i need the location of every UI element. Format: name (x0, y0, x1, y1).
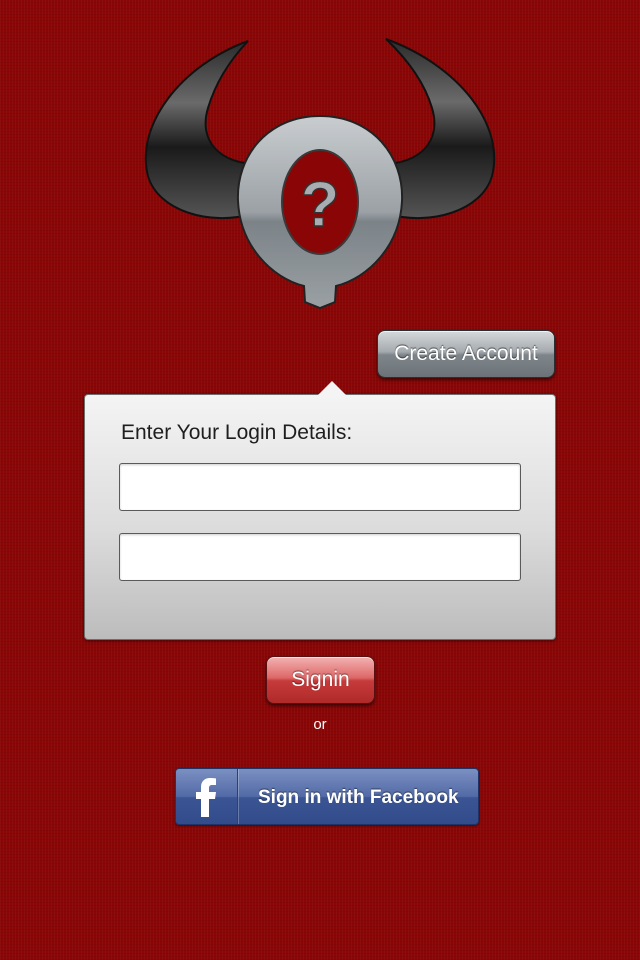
or-separator: or (313, 716, 327, 733)
login-panel: Enter Your Login Details: (84, 381, 556, 640)
login-panel-title: Enter Your Login Details: (121, 421, 353, 444)
app-logo: ? (140, 36, 500, 312)
password-field[interactable] (119, 533, 521, 581)
facebook-button-label: Sign in with Facebook (258, 787, 459, 808)
panel-pointer (317, 381, 347, 396)
facebook-signin-button[interactable]: Sign in with Facebook (175, 768, 479, 825)
facebook-icon-container (176, 769, 238, 824)
username-field[interactable] (119, 463, 521, 511)
facebook-f-icon (196, 778, 216, 817)
svg-text:?: ? (300, 168, 339, 240)
signin-button[interactable]: Signin (266, 656, 375, 704)
create-account-button[interactable]: Create Account (377, 330, 555, 378)
